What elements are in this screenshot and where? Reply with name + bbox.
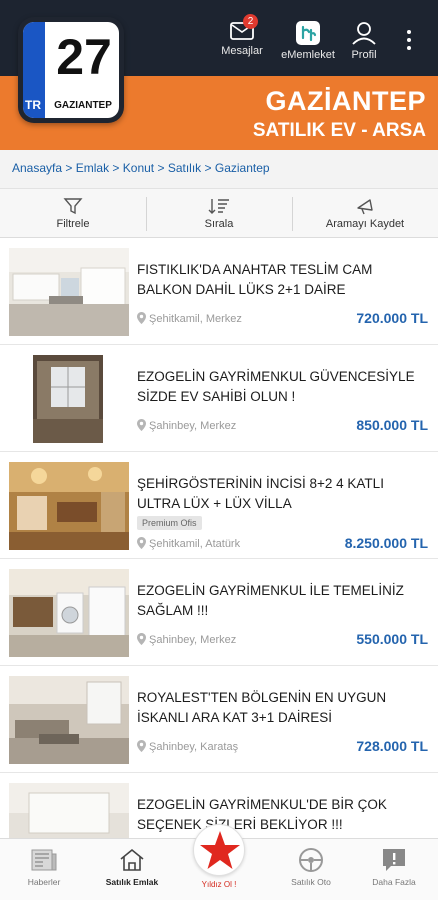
listing-title: EZOGELİN GAYRİMENKUL GÜVENCESİYLE SİZDE …	[137, 369, 415, 404]
location-pin-icon	[137, 419, 146, 431]
more-options-icon[interactable]	[404, 30, 414, 54]
listing-price: 720.000 TL	[356, 310, 428, 326]
filter-toolbar: Filtrele Sırala Aramayı Kaydet	[0, 188, 438, 238]
city-plate-logo[interactable]: TR 27 GAZIANTEP	[18, 17, 124, 123]
breadcrumb: Anasayfa > Emlak > Konut > Satılık > Gaz…	[0, 150, 438, 188]
filter-icon	[63, 198, 83, 215]
nav-realestate[interactable]: Satılık Emlak	[92, 847, 172, 887]
listing-location: Şehitkamil, Atatürk	[137, 537, 240, 550]
listing-item[interactable]: ROYALEST'TEN BÖLGENİN EN UYGUN İSKANLI A…	[0, 666, 438, 773]
breadcrumb-city[interactable]: Gaziantep	[215, 161, 270, 175]
listing-photo	[9, 569, 129, 657]
listing-location: Şahinbey, Merkez	[137, 633, 236, 646]
megaphone-icon	[357, 199, 373, 215]
breadcrumb-emlak[interactable]: Emlak	[76, 161, 109, 175]
nav-auto[interactable]: Satılık Oto	[271, 847, 351, 887]
sort-button[interactable]: Sırala	[146, 189, 292, 237]
listing-location: Şehitkamil, Merkez	[137, 312, 242, 325]
listing-list: FISTIKLIK'DA ANAHTAR TESLİM CAM BALKON D…	[0, 238, 438, 880]
profile-button[interactable]: Profil	[344, 20, 384, 61]
house-icon	[120, 848, 144, 871]
listing-price: 728.000 TL	[356, 738, 428, 754]
sort-icon	[208, 199, 229, 214]
user-icon	[352, 22, 376, 45]
plate-number: 27	[56, 29, 112, 85]
save-search-label: Aramayı Kaydet	[325, 218, 405, 230]
premium-office-badge: Premium Ofis	[137, 516, 202, 530]
location-pin-icon	[137, 740, 146, 752]
listing-title: FISTIKLIK'DA ANAHTAR TESLİM CAM BALKON D…	[137, 262, 373, 297]
ememleket-button[interactable]: eMemleket	[280, 20, 336, 61]
location-pin-icon	[137, 537, 146, 549]
newspaper-icon	[31, 849, 57, 871]
listing-photo	[9, 248, 129, 336]
alert-message-icon	[383, 849, 405, 871]
listing-item[interactable]: ŞEHİRGÖSTERİNİN İNCİSİ 8+2 4 KATLI ULTRA…	[0, 452, 438, 559]
listing-location: Şahinbey, Merkez	[137, 419, 236, 432]
listing-photo	[9, 676, 129, 764]
ememleket-label: eMemleket	[281, 49, 335, 61]
nav-auto-label: Satılık Oto	[291, 877, 331, 887]
sort-label: Sırala	[204, 218, 234, 230]
filter-label: Filtrele	[56, 218, 90, 230]
save-search-button[interactable]: Aramayı Kaydet	[292, 189, 438, 237]
listing-price: 550.000 TL	[356, 631, 428, 647]
nav-news[interactable]: Haberler	[4, 847, 84, 887]
steering-wheel-icon	[299, 848, 323, 872]
star-icon	[200, 831, 240, 869]
messages-button[interactable]: 2 Mesajlar	[218, 14, 266, 57]
location-pin-icon	[137, 312, 146, 324]
listing-item[interactable]: EZOGELİN GAYRİMENKUL GÜVENCESİYLE SİZDE …	[0, 345, 438, 452]
page-subtitle: SATILIK EV - ARSA	[252, 120, 426, 141]
listing-title: EZOGELİN GAYRİMENKUL'DE BİR ÇOK SEÇENEK …	[137, 797, 387, 832]
listing-location: Şahinbey, Karataş	[137, 740, 238, 753]
location-pin-icon	[137, 633, 146, 645]
plate-city-name: GAZIANTEP	[54, 100, 112, 111]
breadcrumb-konut[interactable]: Konut	[123, 161, 154, 175]
listing-item[interactable]: EZOGELİN GAYRİMENKUL İLE TEMELİNİZ SAĞLA…	[0, 559, 438, 666]
ememleket-icon	[296, 21, 320, 45]
listing-photo	[33, 355, 103, 443]
city-title: GAZİANTEP	[265, 86, 426, 116]
listing-title: ŞEHİRGÖSTERİNİN İNCİSİ 8+2 4 KATLI ULTRA…	[137, 476, 384, 511]
star-button[interactable]	[193, 824, 245, 876]
breadcrumb-satilik[interactable]: Satılık	[168, 161, 201, 175]
listing-title: ROYALEST'TEN BÖLGENİN EN UYGUN İSKANLI A…	[137, 690, 387, 725]
listing-price: 850.000 TL	[356, 417, 428, 433]
nav-realestate-label: Satılık Emlak	[105, 877, 159, 887]
messages-count-badge: 2	[243, 14, 258, 29]
nav-more[interactable]: Daha Fazla	[354, 847, 434, 887]
listing-price: 8.250.000 TL	[344, 535, 428, 551]
plate-country-code: TR	[25, 98, 41, 112]
listing-title: EZOGELİN GAYRİMENKUL İLE TEMELİNİZ SAĞLA…	[137, 583, 404, 618]
breadcrumb-home[interactable]: Anasayfa	[12, 161, 62, 175]
listing-item[interactable]: FISTIKLIK'DA ANAHTAR TESLİM CAM BALKON D…	[0, 238, 438, 345]
filter-button[interactable]: Filtrele	[0, 189, 146, 237]
nav-news-label: Haberler	[27, 877, 61, 887]
listing-photo	[9, 462, 129, 550]
star-button-label: Yıldız Ol !	[201, 880, 237, 889]
nav-more-label: Daha Fazla	[372, 877, 416, 887]
profile-label: Profil	[351, 49, 377, 61]
messages-label: Mesajlar	[221, 45, 263, 57]
